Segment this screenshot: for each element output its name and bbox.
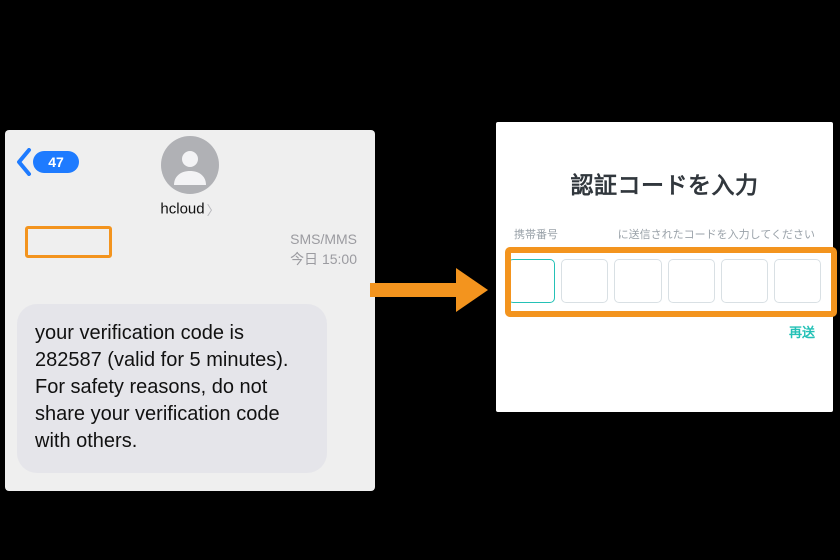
chevron-right-icon: 〉 xyxy=(207,203,220,218)
code-digit-3[interactable] xyxy=(614,259,661,303)
sender-row[interactable]: hcloud〉 xyxy=(5,200,375,219)
avatar-icon[interactable] xyxy=(161,136,219,194)
code-digit-4[interactable] xyxy=(668,259,715,303)
instruction-text: に送信されたコードを入力してください xyxy=(618,226,815,242)
channel-label: SMS/MMS xyxy=(290,230,357,250)
code-digit-1[interactable] xyxy=(508,259,555,303)
unread-badge: 47 xyxy=(33,151,79,173)
back-button[interactable]: 47 xyxy=(15,148,79,176)
code-input-row xyxy=(508,252,821,310)
message-bubble[interactable]: your verification code is 282587 (valid … xyxy=(17,304,327,473)
code-digit-5[interactable] xyxy=(721,259,768,303)
chevron-left-icon xyxy=(15,148,33,176)
message-meta: SMS/MMS 今日 15:00 xyxy=(290,230,357,269)
phone-label: 携帯番号 xyxy=(514,226,558,242)
verify-title: 認証コードを入力 xyxy=(496,166,833,200)
sms-header: 47 hcloud〉 SMS/MMS 今日 15:00 xyxy=(5,130,375,240)
code-digit-2[interactable] xyxy=(561,259,608,303)
code-digit-6[interactable] xyxy=(774,259,821,303)
arrow-icon xyxy=(370,268,488,312)
verify-subtitle: 携帯番号 に送信されたコードを入力してください xyxy=(514,226,815,242)
timestamp: 今日 15:00 xyxy=(290,250,357,270)
sms-panel: 47 hcloud〉 SMS/MMS 今日 15:00 your verific… xyxy=(5,130,375,491)
verify-panel: 認証コードを入力 携帯番号 に送信されたコードを入力してください 再送 xyxy=(496,122,833,412)
sender-name: hcloud xyxy=(160,200,204,217)
resend-link[interactable]: 再送 xyxy=(514,322,815,341)
